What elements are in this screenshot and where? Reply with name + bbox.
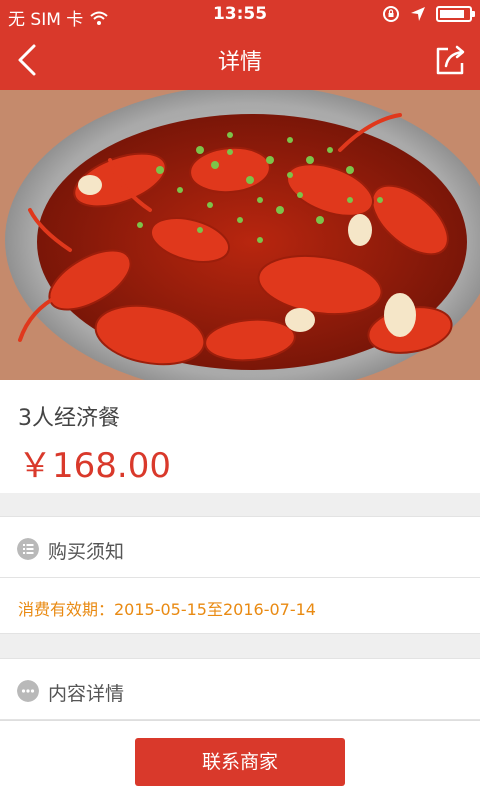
- validity-row: 消费有效期：2015-05-15至2016-07-14: [0, 578, 480, 634]
- contact-merchant-button[interactable]: 联系商家: [135, 738, 345, 786]
- validity-text: 消费有效期：2015-05-15至2016-07-14: [18, 600, 316, 619]
- product-image: [0, 90, 480, 380]
- list-icon: [17, 538, 39, 560]
- content-details-title: 内容详情: [48, 683, 125, 705]
- product-info: 3人经济餐 ￥168.00: [0, 380, 480, 493]
- product-name: 3人经济餐: [18, 406, 120, 431]
- page-title: 详情: [217, 50, 262, 75]
- battery-icon: [436, 6, 475, 22]
- rotation-lock-icon: [383, 6, 399, 22]
- content-details-header[interactable]: 内容详情: [0, 658, 480, 720]
- top-bar: 无 SIM 卡 13:55 详情: [0, 0, 480, 90]
- bottom-bar: 联系商家: [0, 720, 480, 800]
- purchase-notice-header: 购买须知: [0, 516, 480, 578]
- battery-fill: [440, 10, 464, 18]
- more-icon: [17, 680, 39, 702]
- nav-bar: 详情: [0, 30, 480, 90]
- product-price: ￥168.00: [18, 446, 171, 486]
- share-button[interactable]: [430, 40, 470, 80]
- crayfish-dish-photo: [0, 90, 480, 380]
- location-arrow-icon: [411, 7, 425, 21]
- status-bar: 无 SIM 卡 13:55: [0, 0, 480, 30]
- status-right: [382, 5, 475, 23]
- purchase-notice-title: 购买须知: [48, 541, 125, 563]
